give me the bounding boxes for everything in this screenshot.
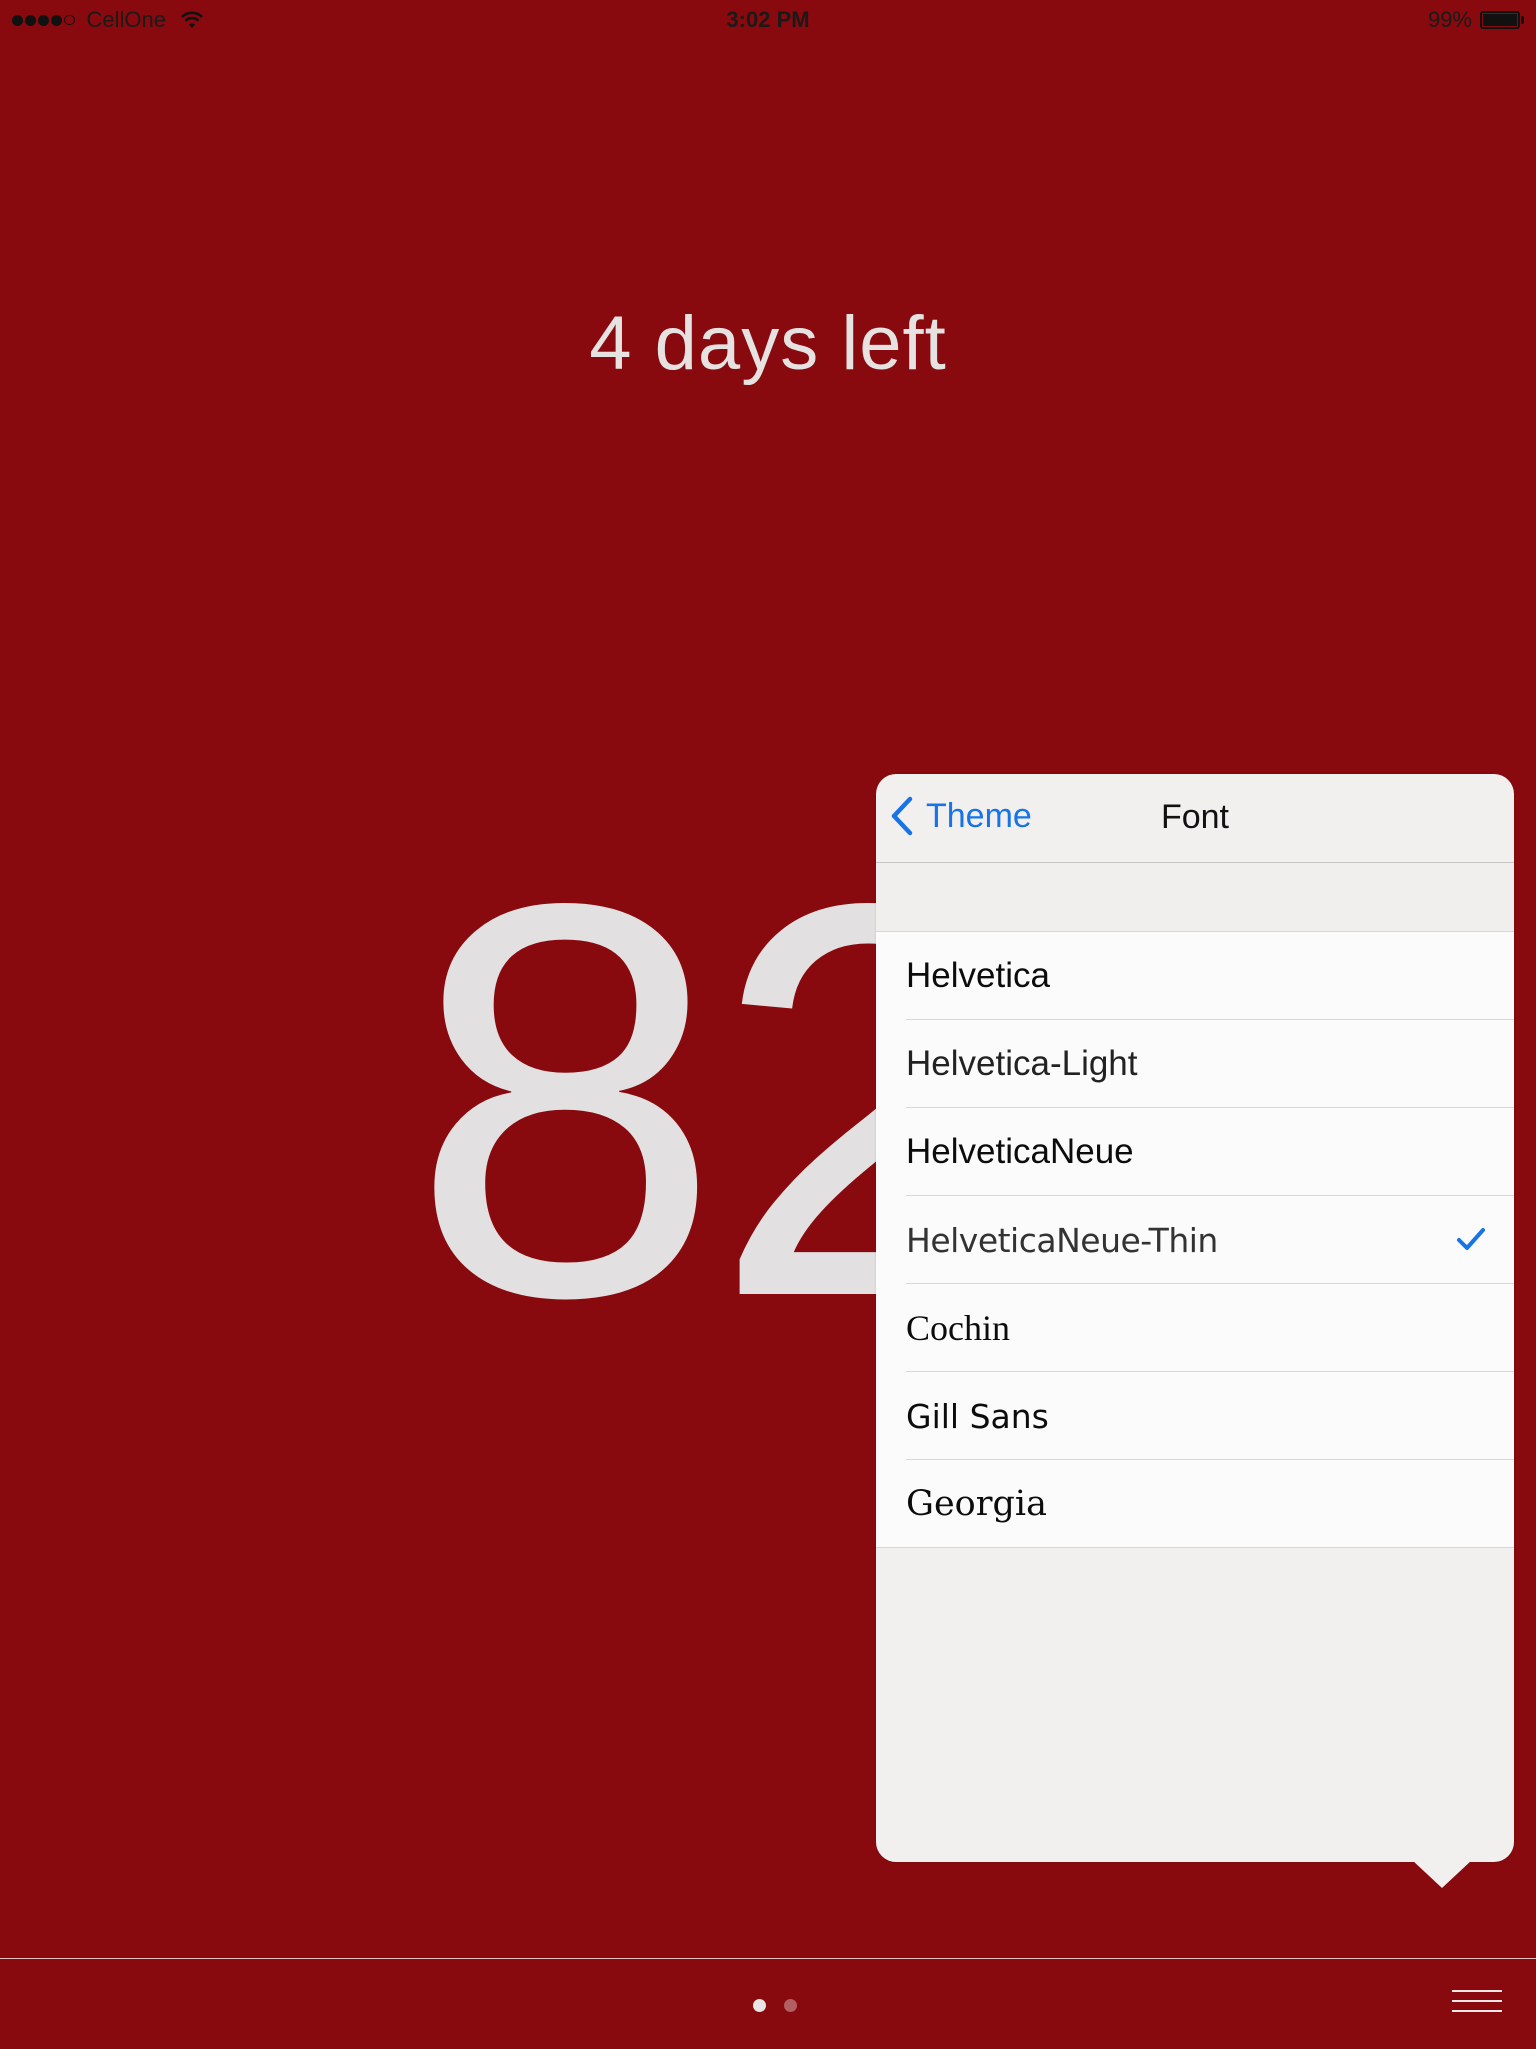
font-option-label: HelveticaNeue-Thin: [906, 1220, 1218, 1260]
battery-icon: [1480, 11, 1520, 29]
battery-percent: 99%: [1427, 7, 1472, 32]
status-bar: CellOne 3:02 PM 99%: [0, 0, 1536, 40]
battery-status: 99%: [1428, 7, 1524, 33]
popover-header: Theme Font: [876, 774, 1514, 863]
font-option-label: HelveticaNeue: [906, 1132, 1134, 1171]
days-left-label: 4 days left: [589, 301, 947, 386]
hamburger-menu-icon[interactable]: [1452, 1990, 1502, 2020]
font-list: Helvetica Helvetica-Light HelveticaNeue …: [876, 932, 1514, 1548]
font-option-label: Helvetica-Light: [906, 1044, 1138, 1083]
font-option-label: Cochin: [906, 1308, 1010, 1348]
font-option-label: Gill Sans: [906, 1396, 1049, 1436]
font-option-helveticaneue[interactable]: HelveticaNeue: [876, 1108, 1514, 1196]
font-option-cochin[interactable]: Cochin: [876, 1284, 1514, 1372]
bottom-bar: [0, 1958, 1536, 2049]
page-dot-inactive[interactable]: [784, 1999, 797, 2012]
popover-title: Font: [1160, 798, 1230, 836]
font-popover: Theme Font Helvetica Helvetica-Light Hel…: [876, 774, 1514, 1862]
section-spacer: [876, 863, 1514, 932]
page-indicator[interactable]: [744, 1999, 806, 2012]
font-option-gill-sans[interactable]: Gill Sans: [876, 1372, 1514, 1460]
page-dot-active[interactable]: [753, 1999, 766, 2012]
font-option-helvetica[interactable]: Helvetica: [876, 932, 1514, 1020]
font-option-label: Georgia: [906, 1484, 1047, 1524]
font-option-georgia[interactable]: Georgia: [876, 1460, 1514, 1548]
font-option-helveticaneue-thin[interactable]: HelveticaNeue-Thin: [876, 1196, 1514, 1284]
popover-arrow: [1412, 1860, 1472, 1888]
font-option-helvetica-light[interactable]: Helvetica-Light: [876, 1020, 1514, 1108]
checkmark-icon: [1457, 1228, 1485, 1250]
font-option-label: Helvetica: [906, 956, 1050, 995]
status-time: 3:02 PM: [726, 7, 810, 32]
